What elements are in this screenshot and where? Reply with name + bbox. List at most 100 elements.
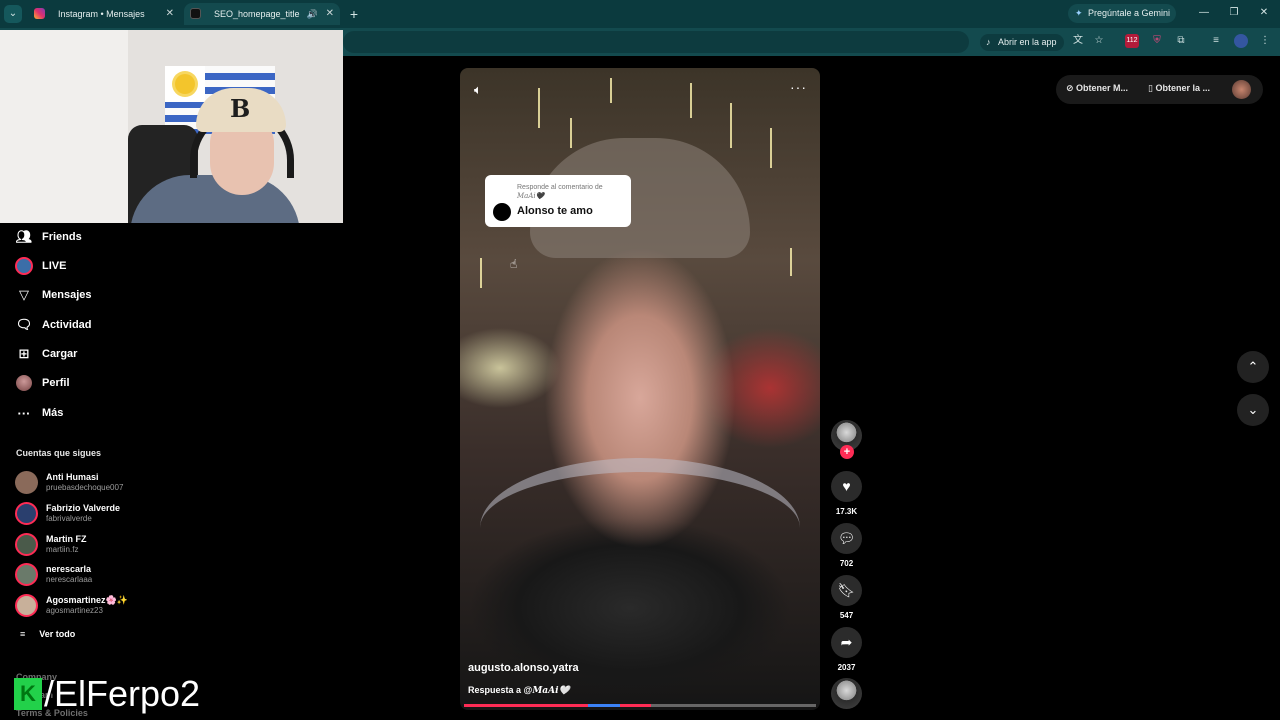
bokeh-light xyxy=(570,118,572,148)
reply-username: 𝑀𝑎𝐴𝑖🖤 xyxy=(517,192,545,200)
hand-cursor-icon: ☝ xyxy=(510,257,518,271)
tab-close-icon[interactable]: ✕ xyxy=(166,3,174,25)
video-author[interactable]: augusto.alonso.yatra xyxy=(468,662,579,674)
get-app-button[interactable]: ▯ Obtener la ... xyxy=(1148,83,1210,94)
video-progress-highlight xyxy=(588,704,620,707)
webcam-wall xyxy=(0,30,128,223)
gemini-label: Pregúntale a Gemini xyxy=(1088,8,1171,18)
following-name: Martin FZ xyxy=(46,533,87,544)
media-control-icon[interactable]: ≡ xyxy=(1209,34,1223,48)
reply-comment-card: Responde al comentario de 𝑀𝑎𝐴𝑖🖤 Alonso t… xyxy=(485,175,631,227)
save-button[interactable]: 🔖︎ xyxy=(831,575,862,606)
reply-comment-text: Alonso te amo xyxy=(517,205,593,217)
gemini-button[interactable]: ✦ Pregúntale a Gemini xyxy=(1068,4,1176,23)
open-in-app-button[interactable]: ♪ Abrir en la app xyxy=(980,34,1064,51)
share-count: 2037 xyxy=(837,663,856,672)
close-window-icon[interactable]: ✕ xyxy=(1257,6,1271,20)
following-item[interactable]: Martin FZ martiin.fz xyxy=(15,530,87,558)
following-username: fabrivalverde xyxy=(46,513,92,523)
video-desc-prefix: Respuesta a @ xyxy=(468,685,533,695)
user-avatar[interactable] xyxy=(1232,80,1251,99)
webcam-overlay: B xyxy=(0,30,343,223)
comment-button[interactable]: 💬︎ xyxy=(831,523,862,554)
tab-title: SEO_homepage_title xyxy=(214,9,300,19)
previous-video-button[interactable]: ⌃ xyxy=(1237,351,1269,383)
bokeh-light xyxy=(480,258,482,288)
list-icon: ≡ xyxy=(20,629,26,639)
bokeh-light xyxy=(610,78,612,103)
tab-title: Instagram • Mensajes xyxy=(58,9,145,19)
video-progress-bar[interactable] xyxy=(464,704,816,707)
nav-activity[interactable]: 🗨︎ Actividad xyxy=(15,314,92,336)
video-desc-mention[interactable]: 𝑴𝒂𝑨𝒊🤍 xyxy=(532,686,569,696)
video-subject-collar xyxy=(480,458,800,598)
nav-live[interactable]: LIVE xyxy=(15,255,66,277)
shield-extension-icon[interactable]: ⛨ xyxy=(1150,34,1164,48)
share-button[interactable]: ➦ xyxy=(831,627,862,658)
video-description: Respuesta a @𝑴𝒂𝑨𝒊🤍 xyxy=(468,685,570,696)
avatar xyxy=(15,470,38,494)
tab-search-dropdown-icon[interactable]: ⌄ xyxy=(4,5,22,23)
heart-icon: ♥ xyxy=(842,478,851,494)
new-tab-button[interactable]: + xyxy=(346,5,362,23)
extension-badge-icon[interactable]: 112 xyxy=(1125,34,1139,48)
nav-label: Más xyxy=(42,407,64,419)
following-item[interactable]: Agosmartinez🌸✨ agosmartinez23 xyxy=(15,591,128,619)
tiktok-favicon-icon xyxy=(190,8,201,19)
video-player[interactable]: 🔈︎ ··· Responde al comentario de 𝑀𝑎𝐴𝑖🖤 A… xyxy=(460,68,820,710)
next-video-button[interactable]: ⌄ xyxy=(1237,394,1269,426)
video-more-icon[interactable]: ··· xyxy=(790,79,807,95)
see-all-link[interactable]: ≡ Ver todo xyxy=(20,629,75,639)
get-coins-label: Obtener M... xyxy=(1076,83,1129,93)
tab-tiktok[interactable]: SEO_homepage_title 🔊 ✕ xyxy=(184,3,340,25)
profile-avatar-icon[interactable] xyxy=(1234,34,1248,48)
tab-audio-icon[interactable]: 🔊 xyxy=(307,3,318,25)
nav-label: Friends xyxy=(42,231,82,243)
tab-close-icon[interactable]: ✕ xyxy=(326,3,334,25)
nav-messages[interactable]: ▽ Mensajes xyxy=(15,284,92,306)
avatar xyxy=(15,593,38,617)
messages-icon: ▽ xyxy=(19,287,29,302)
bokeh-light xyxy=(790,248,792,276)
bookmark-star-icon[interactable]: ☆ xyxy=(1092,34,1106,48)
nav-label: Mensajes xyxy=(42,289,92,301)
instagram-favicon-icon xyxy=(34,8,45,19)
nav-more[interactable]: ··· Más xyxy=(15,402,64,424)
music-disc-avatar[interactable] xyxy=(831,678,862,709)
chevron-down-icon: ⌄ xyxy=(1247,402,1259,417)
tiktok-note-icon: ♪ xyxy=(986,37,991,47)
restore-icon[interactable]: ❐ xyxy=(1227,6,1241,20)
like-button[interactable]: ♥ xyxy=(831,471,862,502)
following-username: martiin.fz xyxy=(46,544,79,554)
following-name: nerescarla xyxy=(46,563,92,574)
top-right-actions: ⊘ Obtener M... ▯ Obtener la ... xyxy=(1056,75,1263,104)
live-icon xyxy=(15,257,33,275)
following-item[interactable]: Anti Humasi pruebasdechoque007 xyxy=(15,468,123,496)
following-name: Agosmartinez🌸✨ xyxy=(46,594,128,605)
get-coins-button[interactable]: ⊘ Obtener M... xyxy=(1066,83,1128,94)
like-count: 17.3K xyxy=(835,507,858,516)
nav-friends[interactable]: 👥︎ Friends xyxy=(15,226,82,248)
following-item[interactable]: nerescarla nerescarlaaa xyxy=(15,560,92,588)
reply-card-title: Responde al comentario de 𝑀𝑎𝐴𝑖🖤 xyxy=(517,183,603,201)
bokeh-light xyxy=(690,83,692,118)
tab-instagram[interactable]: Instagram • Mensajes ✕ xyxy=(28,3,180,25)
extensions-puzzle-icon[interactable]: ⧉ xyxy=(1174,34,1188,48)
reply-avatar xyxy=(493,203,511,221)
video-progress-fill xyxy=(464,704,651,707)
flag-canton xyxy=(165,66,205,102)
comment-icon: 💬︎ xyxy=(837,530,856,546)
kebab-menu-icon[interactable]: ⋮ xyxy=(1258,34,1272,48)
nav-upload[interactable]: ⊞ Cargar xyxy=(15,343,78,365)
nav-profile[interactable]: Perfil xyxy=(15,372,70,394)
gemini-star-icon: ✦ xyxy=(1075,8,1083,18)
following-item[interactable]: Fabrizio Valverde fabrivalverde xyxy=(15,499,120,527)
translate-icon[interactable]: 文 xyxy=(1071,34,1085,48)
video-volume-icon[interactable]: 🔈︎ xyxy=(474,82,482,98)
profile-avatar xyxy=(15,374,33,392)
minimize-icon[interactable]: — xyxy=(1197,6,1211,20)
url-field[interactable] xyxy=(343,31,969,53)
friends-icon: 👥︎ xyxy=(15,229,33,244)
bookmark-icon: 🔖︎ xyxy=(837,582,856,598)
follow-plus-icon[interactable]: + xyxy=(840,445,854,459)
